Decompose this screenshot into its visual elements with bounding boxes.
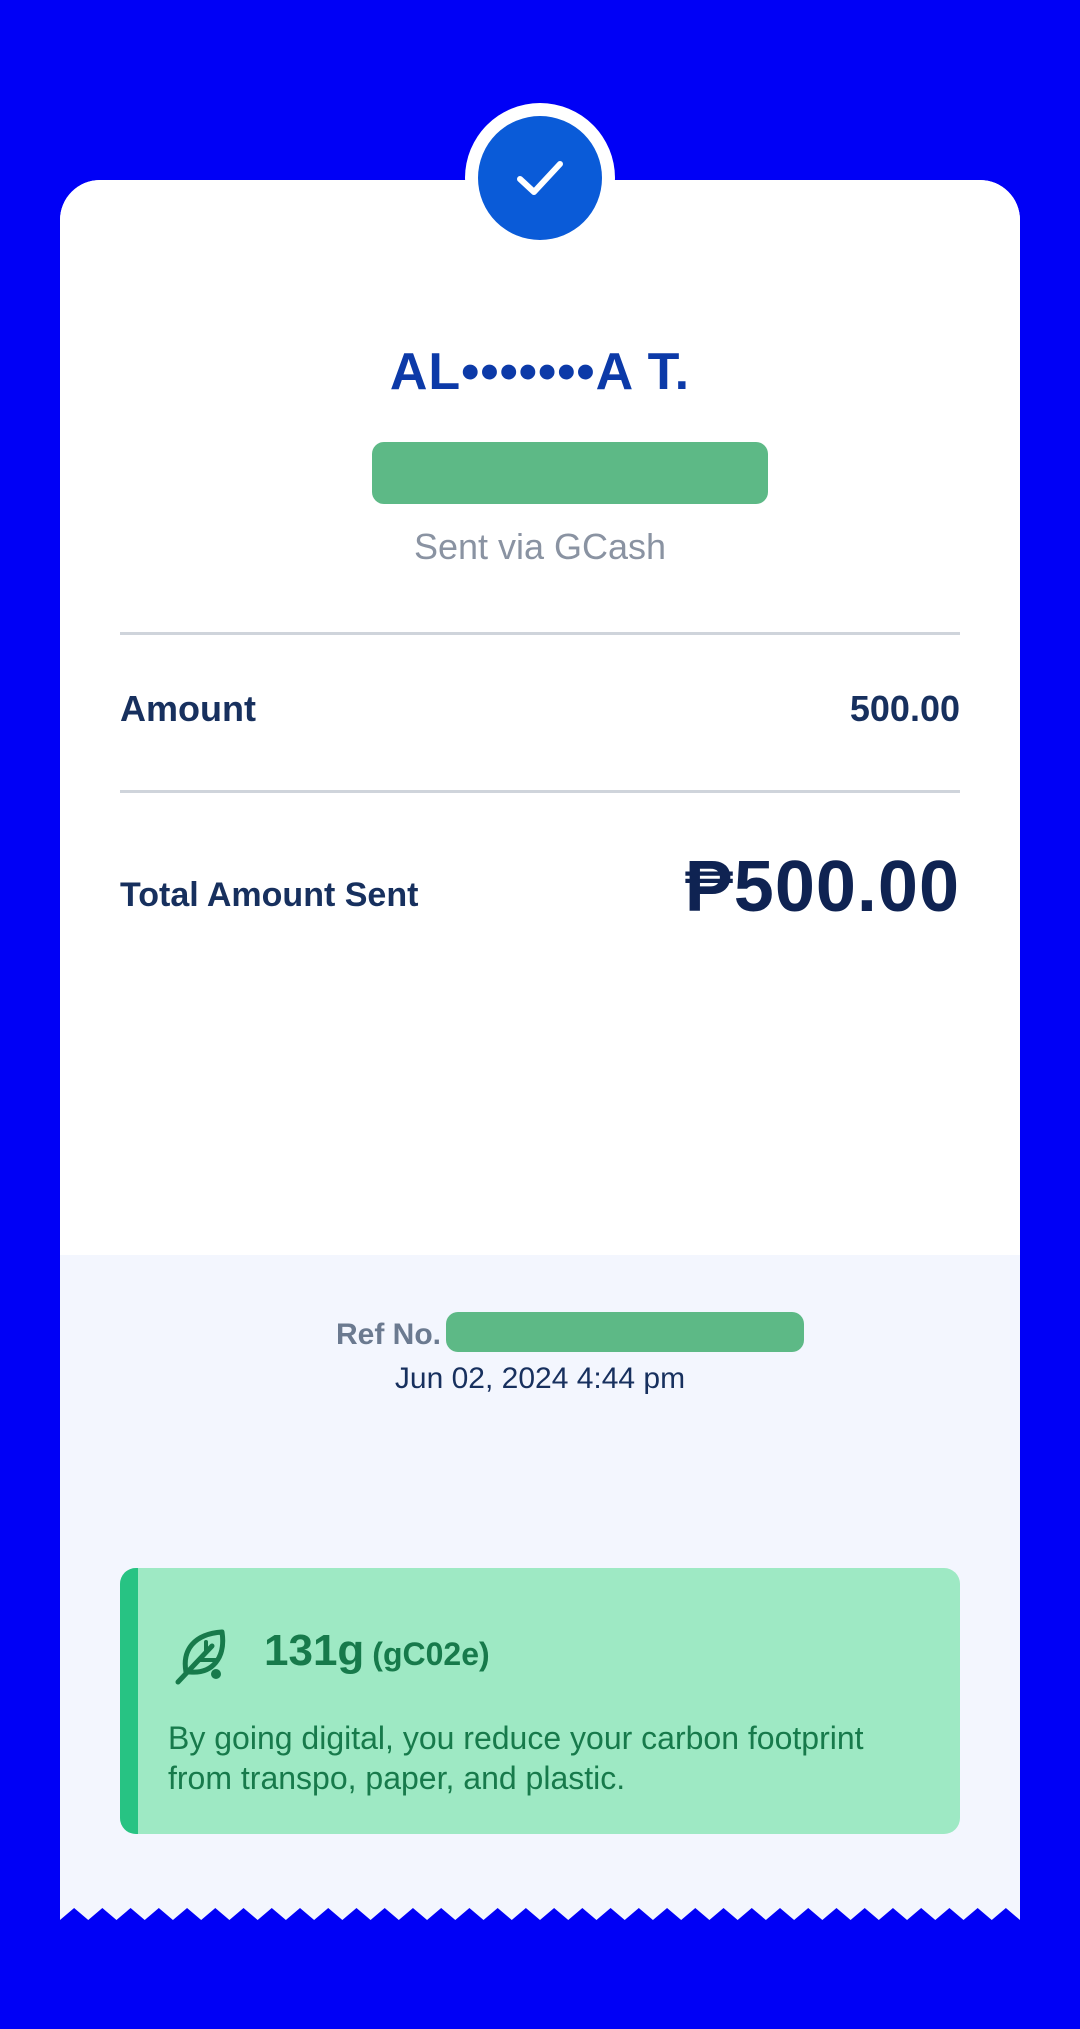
total-amount-label: Total Amount Sent <box>120 876 419 914</box>
carbon-amount-unit: (gC02e) <box>372 1636 490 1672</box>
redacted-reference-number <box>446 1312 804 1352</box>
reference-row: Ref No. <box>60 1312 1020 1362</box>
sent-via-label: Sent via GCash <box>413 526 667 567</box>
transaction-date: Jun 02, 2024 4:44 pm <box>394 1362 686 1395</box>
receipt-zigzag-edge <box>60 1908 1020 1936</box>
redacted-phone-number <box>372 442 768 504</box>
recipient-name: AL•••••••A T. <box>389 343 691 401</box>
carbon-amount: 131g (gC02e) <box>264 1626 490 1676</box>
amount-value: 500.00 <box>849 688 960 729</box>
receipt-card: AL•••••••A T. Sent via GCash Amount 500.… <box>60 180 1020 1925</box>
check-icon <box>517 161 563 195</box>
carbon-footprint-card: 131g (gC02e) By going digital, you reduce… <box>120 1568 960 1834</box>
eco-card-accent-bar <box>120 1568 138 1834</box>
carbon-amount-value: 131g <box>264 1626 365 1675</box>
leaf-icon <box>172 1622 236 1686</box>
divider-top <box>120 632 960 635</box>
amount-label: Amount <box>120 688 256 729</box>
total-amount-value: ₱500.00 <box>684 847 960 927</box>
carbon-message: By going digital, you reduce your carbon… <box>168 1720 864 1796</box>
check-circle <box>478 116 602 240</box>
reference-label: Ref No. <box>336 1318 441 1351</box>
divider-middle <box>120 790 960 793</box>
screen: AL•••••••A T. Sent via GCash Amount 500.… <box>0 0 1080 2029</box>
success-check-badge <box>465 103 615 253</box>
